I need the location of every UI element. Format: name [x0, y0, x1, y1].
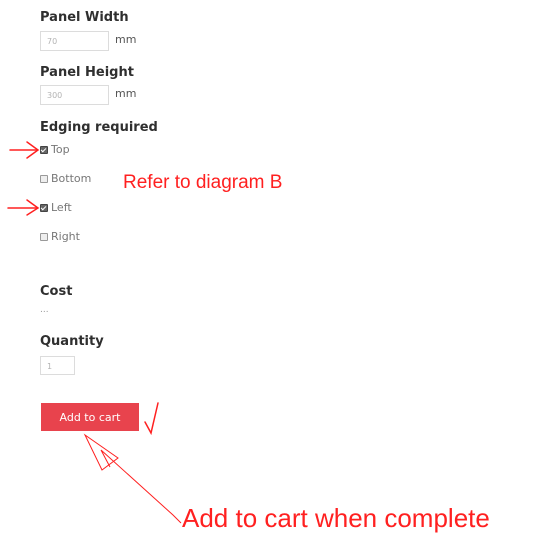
quantity-input[interactable]: 1	[40, 356, 75, 375]
quantity-label: Quantity	[40, 334, 104, 349]
panel-width-unit: mm	[115, 33, 137, 46]
checkmark-icon	[144, 402, 159, 436]
annotation-overlay	[7, 141, 182, 524]
panel-height-input[interactable]: 300	[40, 85, 109, 105]
edging-option-right-label: Right	[51, 230, 80, 243]
edging-label: Edging required	[40, 120, 158, 135]
arrow-left-icon	[7, 199, 40, 216]
panel-width-label: Panel Width	[40, 10, 129, 25]
hollow-arrow-icon	[83, 433, 182, 524]
panel-height-label: Panel Height	[40, 65, 134, 80]
checkbox-top[interactable]	[40, 145, 48, 154]
edging-option-left-label: Left	[51, 201, 72, 214]
edging-option-left[interactable]: Left	[40, 201, 72, 214]
edging-option-top[interactable]: Top	[40, 143, 70, 156]
arrow-top-icon	[9, 141, 40, 159]
cost-value: ...	[40, 305, 49, 315]
add-to-cart-button[interactable]: Add to cart	[41, 403, 139, 431]
checkbox-left[interactable]	[40, 203, 48, 212]
cost-label: Cost	[40, 284, 73, 299]
edging-option-bottom-label: Bottom	[51, 172, 92, 185]
edging-option-top-label: Top	[51, 143, 70, 156]
panel-height-unit: mm	[115, 87, 137, 100]
diagram-annotation: Refer to diagram B	[123, 172, 283, 193]
checkbox-bottom[interactable]	[40, 174, 48, 183]
panel-width-input[interactable]: 70	[40, 31, 109, 51]
edging-option-right[interactable]: Right	[40, 230, 80, 243]
edging-option-bottom[interactable]: Bottom	[40, 172, 91, 185]
cart-annotation: Add to cart when complete	[182, 503, 490, 533]
checkbox-right[interactable]	[40, 232, 48, 241]
